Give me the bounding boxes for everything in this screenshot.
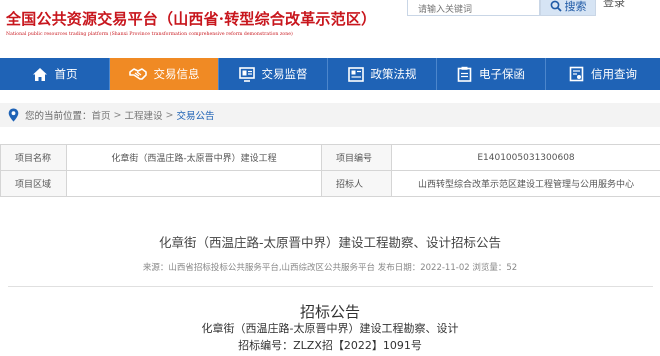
monitor-icon xyxy=(238,66,255,82)
location-pin-icon xyxy=(8,108,19,122)
clipboard-icon xyxy=(457,66,472,82)
project-no-label: 项目编号 xyxy=(321,144,392,171)
article-divider xyxy=(8,286,653,287)
nav-label-supervision: 交易监督 xyxy=(261,67,308,81)
search-button-label: 搜索 xyxy=(564,0,587,13)
table-row: 项目名称 化章街（西温庄路-太原晋中界）建设工程 项目编号 E140100503… xyxy=(0,144,660,171)
breadcrumb-current[interactable]: 交易公告 xyxy=(176,108,214,122)
site-title[interactable]: 全国公共资源交易平台（山西省·转型综合改革示范区） xyxy=(6,8,376,29)
region-label: 项目区域 xyxy=(0,170,67,197)
main-nav: 首页 交易信息 交易监督 政策法规 电子保函 信用查询 xyxy=(0,58,660,90)
search-icon xyxy=(550,0,562,12)
credit-icon xyxy=(569,66,584,82)
article-title: 化章街（西温庄路-太原晋中界）建设工程勘察、设计招标公告 xyxy=(158,235,501,250)
handshake-icon xyxy=(128,67,147,81)
search-button[interactable]: 搜索 xyxy=(540,0,596,16)
project-no-value: E1401005031300608 xyxy=(391,144,660,171)
region-value xyxy=(66,170,322,197)
project-name-value: 化章街（西温庄路-太原晋中界）建设工程 xyxy=(66,144,322,171)
site-header: 全国公共资源交易平台（山西省·转型综合改革示范区） National publi… xyxy=(0,0,660,58)
project-name-label: 项目名称 xyxy=(0,144,67,171)
nav-item-credit[interactable]: 信用查询 xyxy=(546,58,660,90)
site-subtitle: National public resources trading platfo… xyxy=(6,32,293,37)
breadcrumb-home[interactable]: 首页 xyxy=(92,108,111,122)
project-info-table: 项目名称 化章街（西温庄路-太原晋中界）建设工程 项目编号 E140100503… xyxy=(0,144,660,197)
search-input[interactable] xyxy=(408,1,539,19)
nav-item-home[interactable]: 首页 xyxy=(0,58,109,90)
nav-label-policy: 政策法规 xyxy=(370,67,417,81)
breadcrumb-separator: > xyxy=(113,109,122,121)
article-meta: 来源：山西省招标投标公共服务平台,山西综改区公共服务平台 发布日期：2022-1… xyxy=(142,263,518,273)
nav-item-policy[interactable]: 政策法规 xyxy=(328,58,436,90)
search-box xyxy=(407,0,540,19)
nav-item-e-guarantee[interactable]: 电子保函 xyxy=(437,58,545,90)
breadcrumb: 您的当前位置： 首页 > 工程建设 > 交易公告 xyxy=(0,103,660,127)
table-row: 项目区域 招标人 山西转型综合改革示范区建设工程管理与公用服务中心 xyxy=(0,170,660,197)
doc-tender-number: 招标编号：ZLZX招【2022】1091号 xyxy=(238,339,422,352)
home-icon xyxy=(32,67,48,82)
nav-label-trade-info: 交易信息 xyxy=(153,67,200,81)
login-link[interactable]: 登录 xyxy=(603,0,625,10)
breadcrumb-prefix: 您的当前位置： xyxy=(25,111,92,122)
tenderer-value: 山西转型综合改革示范区建设工程管理与公用服务中心 xyxy=(391,170,660,197)
tenderer-label: 招标人 xyxy=(321,170,392,197)
doc-project-name: 化章街（西温庄路-太原晋中界）建设工程勘察、设计 xyxy=(201,322,459,335)
nav-label-credit: 信用查询 xyxy=(591,67,637,81)
breadcrumb-separator: > xyxy=(165,109,174,121)
nav-label-home: 首页 xyxy=(54,67,78,81)
document-icon xyxy=(347,66,364,82)
nav-item-trade-info[interactable]: 交易信息 xyxy=(110,58,218,90)
nav-label-e-guarantee: 电子保函 xyxy=(479,67,525,81)
breadcrumb-engineering[interactable]: 工程建设 xyxy=(125,108,163,122)
nav-item-supervision[interactable]: 交易监督 xyxy=(219,58,327,90)
doc-heading: 招标公告 xyxy=(299,303,360,321)
